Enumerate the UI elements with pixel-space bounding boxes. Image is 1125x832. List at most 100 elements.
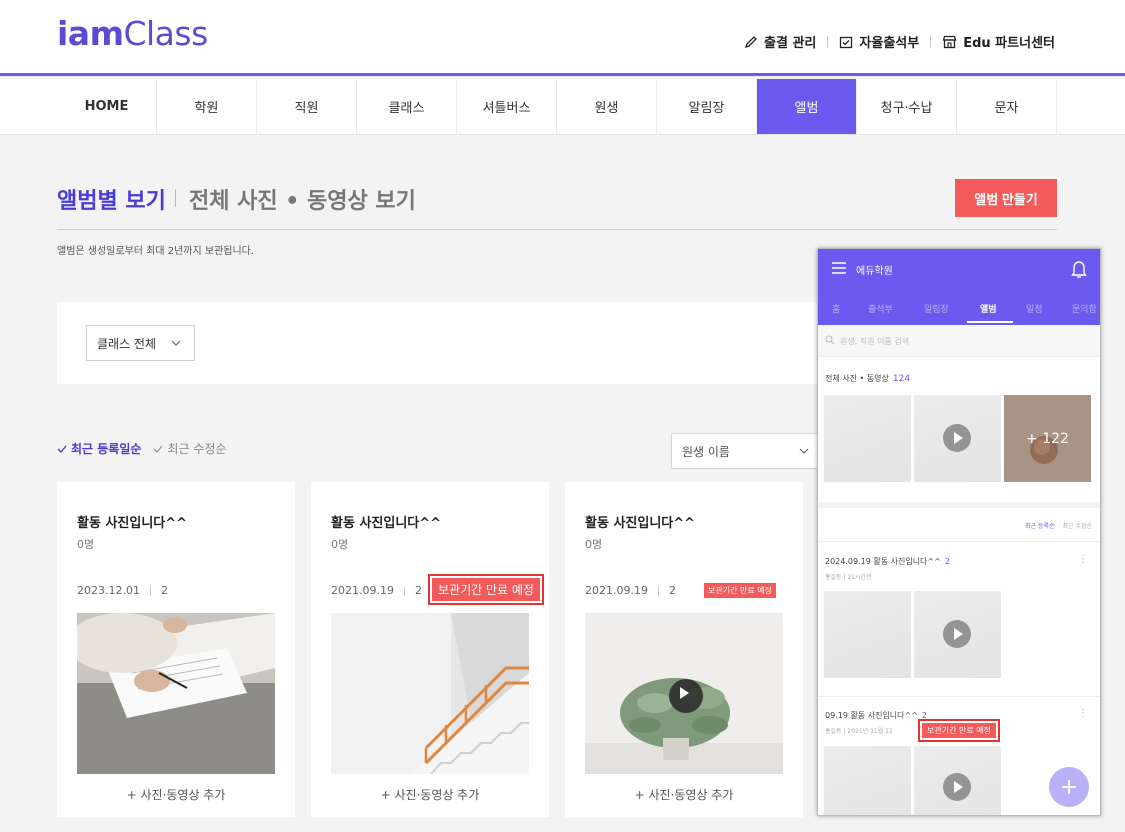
mobile-post-title-text: 2024.09.19 활동 사진입니다^^ xyxy=(825,557,941,566)
chevron-down-icon xyxy=(799,448,809,454)
more-vertical-icon[interactable]: ⋮ xyxy=(1078,554,1088,565)
album-thumbnail[interactable] xyxy=(77,613,275,774)
mobile-sort-recent-modified[interactable]: 최근 수정순 xyxy=(1062,521,1092,530)
class-filter-select[interactable]: 클래스 전체 xyxy=(86,325,195,361)
mobile-tab-inquiry[interactable]: 문의함 xyxy=(1072,302,1097,315)
media-thumbnail[interactable] xyxy=(914,591,1001,678)
create-album-button[interactable]: 앨범 만들기 xyxy=(955,179,1057,217)
logo-bold: iam xyxy=(57,14,124,53)
media-thumbnail[interactable] xyxy=(824,746,911,815)
student-select-value: 원생 이름 xyxy=(682,444,730,459)
tab-album-view[interactable]: 앨범별 보기 xyxy=(57,183,166,215)
mobile-sort-options: 최근 등록순 최근 수정순 xyxy=(1025,521,1092,530)
add-media-button[interactable]: + 사진·동영상 추가 xyxy=(565,786,803,803)
more-count-overlay: + 122 xyxy=(1004,395,1091,482)
add-media-button[interactable]: + 사진·동영상 추가 xyxy=(57,786,295,803)
album-card[interactable]: 활동 사진입니다^^ 0명 2021.09.19 2 보관기간 만료 예정 + … xyxy=(565,482,803,817)
play-icon[interactable] xyxy=(669,679,703,713)
album-student-count: 0명 xyxy=(77,538,95,551)
expiry-badge: 보관기간 만료 예정 xyxy=(704,583,776,598)
mobile-search-input[interactable]: 원생, 직원 이름 검색 xyxy=(818,325,1100,357)
stairs-photo xyxy=(331,613,529,774)
nav-item-sms[interactable]: 문자 xyxy=(957,79,1057,134)
page-titlebar: 앨범별 보기 전체 사진 • 동영상 보기 앨범 만들기 xyxy=(57,179,1057,230)
nav-item-notice[interactable]: 알림장 xyxy=(657,79,757,134)
mobile-post-meta: 홍길동 | 21시간전 xyxy=(825,574,872,581)
mobile-post-count: 2 xyxy=(944,557,950,566)
album-title: 활동 사진입니다^^ xyxy=(585,516,696,531)
hamburger-menu-icon[interactable] xyxy=(831,261,847,275)
album-thumbnail[interactable] xyxy=(331,613,529,774)
mobile-tab-album[interactable]: 앨범 xyxy=(980,302,997,315)
nav-item-academy[interactable]: 학원 xyxy=(157,79,257,134)
media-thumbnail[interactable] xyxy=(824,591,911,678)
mobile-tab-schedule[interactable]: 일정 xyxy=(1026,302,1043,315)
sort-recent-modified-label: 최근 수정순 xyxy=(167,442,227,456)
nav-item-billing[interactable]: 청구·수납 xyxy=(857,79,957,134)
mobile-tab-home[interactable]: 홈 xyxy=(832,302,840,315)
mobile-all-media-count: 124 xyxy=(892,374,911,384)
album-thumbnail[interactable] xyxy=(585,613,783,774)
logo[interactable]: iamClass xyxy=(57,14,208,53)
media-thumbnail[interactable] xyxy=(914,746,1001,815)
section-divider xyxy=(818,502,1100,508)
sort-recent-created[interactable]: 최근 등록일순 xyxy=(57,440,141,457)
check-icon xyxy=(57,445,67,453)
bell-icon[interactable] xyxy=(1070,259,1088,279)
album-card[interactable]: 활동 사진입니다^^ 0명 2021.09.19 2 보관기간 만료 예정 + … xyxy=(311,482,549,817)
expiry-badge-label: 보관기간 만료 예정 xyxy=(432,578,540,601)
mobile-tab-attendance[interactable]: 출석부 xyxy=(868,302,893,315)
album-date: 2023.12.01 xyxy=(77,584,140,597)
nav-item-home[interactable]: HOME xyxy=(57,79,157,134)
writing-photo xyxy=(77,613,275,774)
nav-item-students[interactable]: 원생 xyxy=(557,79,657,134)
mobile-search-placeholder: 원생, 직원 이름 검색 xyxy=(840,337,910,346)
header: iamClass 출결 관리 자율출석부 Edu 파트너센터 xyxy=(0,0,1125,76)
album-meta: 2021.09.19 2 xyxy=(585,584,676,597)
self-attendance-label: 자율출석부 xyxy=(859,36,920,51)
add-fab-button[interactable]: + xyxy=(1049,767,1089,807)
logo-light: Class xyxy=(123,14,208,53)
mobile-post-title[interactable]: 2024.09.19 활동 사진입니다^^ 2 xyxy=(825,556,950,567)
mobile-post-title[interactable]: 09.19 활동 사진입니다^^ 2 xyxy=(825,710,927,721)
tab-all-media[interactable]: 전체 사진 • 동영상 보기 xyxy=(189,183,416,215)
mobile-post-title-text: 09.19 활동 사진입니다^^ xyxy=(825,711,918,720)
sort-recent-created-label: 최근 등록일순 xyxy=(71,442,142,456)
nav-item-album[interactable]: 앨범 xyxy=(757,79,857,134)
nav-item-shuttle[interactable]: 셔틀버스 xyxy=(457,79,557,134)
add-media-button[interactable]: + 사진·동영상 추가 xyxy=(311,786,549,803)
mobile-sort-recent-created[interactable]: 최근 등록순 xyxy=(1025,521,1055,530)
divider xyxy=(175,189,176,207)
media-thumbnail[interactable] xyxy=(914,395,1001,482)
check-icon xyxy=(153,445,163,453)
play-icon[interactable] xyxy=(943,424,971,452)
media-thumbnail-more[interactable]: + 122 xyxy=(1004,395,1091,482)
sort-recent-modified[interactable]: 최근 수정순 xyxy=(153,440,226,457)
store-icon xyxy=(942,35,957,48)
divider xyxy=(827,35,829,48)
partner-center-link[interactable]: Edu 파트너센터 xyxy=(942,32,1055,51)
nav-item-class[interactable]: 클래스 xyxy=(357,79,457,134)
mobile-tab-notice[interactable]: 알림장 xyxy=(924,302,949,315)
media-thumbnail[interactable] xyxy=(824,395,911,482)
mobile-all-media-label: 전체 사진 • 동영상 xyxy=(825,374,889,383)
attendance-link[interactable]: 출결 관리 xyxy=(744,32,816,51)
mobile-tabs: 홈 출석부 알림장 앨범 일정 문의함 xyxy=(818,299,1100,325)
mobile-header: 에듀학원 홈 출석부 알림장 앨범 일정 문의함 xyxy=(818,249,1100,325)
play-icon[interactable] xyxy=(943,773,971,801)
nav-item-staff[interactable]: 직원 xyxy=(257,79,357,134)
student-name-select[interactable]: 원생 이름 xyxy=(671,433,821,469)
album-title: 활동 사진입니다^^ xyxy=(77,516,188,531)
divider xyxy=(403,585,405,596)
album-student-count: 0명 xyxy=(331,538,349,551)
mobile-all-media-heading[interactable]: 전체 사진 • 동영상 124 xyxy=(825,373,910,384)
class-filter-value: 클래스 전체 xyxy=(97,336,157,351)
mobile-expiry-badge-label: 보관기간 만료 예정 xyxy=(922,723,996,738)
album-meta: 2023.12.01 2 xyxy=(77,584,168,597)
divider xyxy=(818,541,1100,542)
expiry-badge-highlighted: 보관기간 만료 예정 xyxy=(428,574,544,605)
album-card[interactable]: 활동 사진입니다^^ 0명 2023.12.01 2 + 사진·동영상 추가 xyxy=(57,482,295,817)
more-vertical-icon[interactable]: ⋮ xyxy=(1078,708,1088,719)
self-attendance-link[interactable]: 자율출석부 xyxy=(839,32,919,51)
play-icon[interactable] xyxy=(943,620,971,648)
